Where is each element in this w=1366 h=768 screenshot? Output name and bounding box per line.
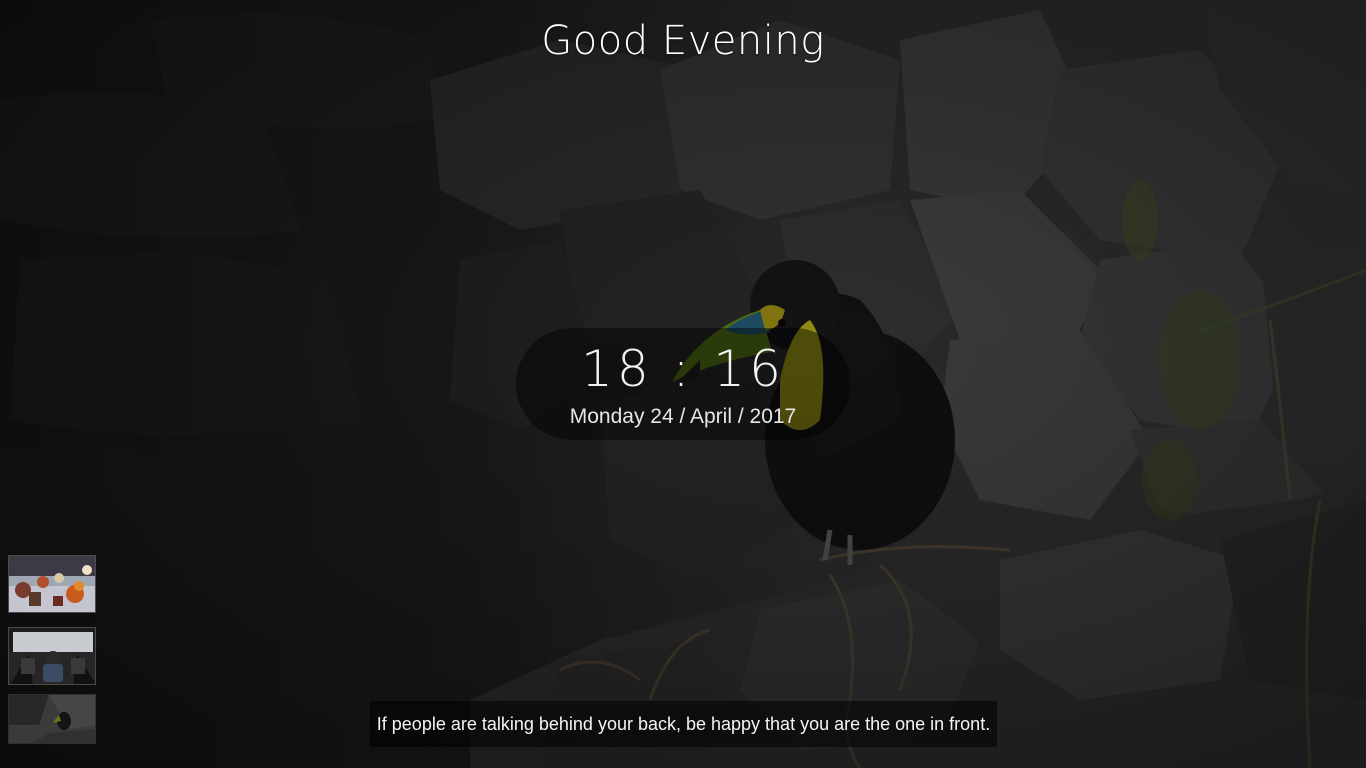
toucan-photo-thumbnail-icon [9,695,95,743]
wallpaper-thumbnail-1[interactable] [8,555,96,613]
quote-text: If people are talking behind your back, … [376,713,991,734]
quote-bar: If people are talking behind your back, … [370,701,997,747]
car-interior-photo-thumbnail-icon [9,628,95,684]
clock-date: Monday 24 / April / 2017 [569,405,797,428]
wallpaper-thumbnail-3[interactable] [8,694,96,744]
wallpaper-thumbnail-2[interactable] [8,627,96,685]
clock-time: 18 : 16 [581,340,785,398]
clock-widget: 18 : 16 Monday 24 / April / 2017 [516,328,850,440]
greeting-text: Good Evening [541,18,825,64]
festival-photo-thumbnail-icon [9,556,95,612]
